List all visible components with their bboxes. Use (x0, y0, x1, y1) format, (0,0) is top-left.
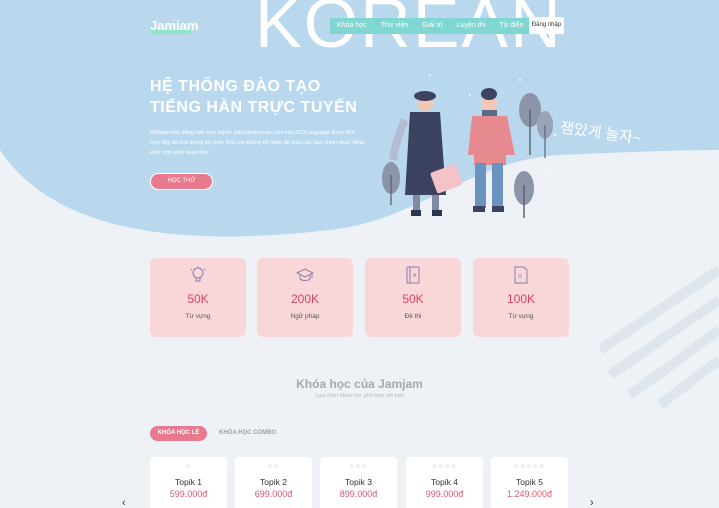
lightbulb-icon (190, 266, 206, 282)
stat-label: Từ vựng (185, 313, 211, 320)
graduation-cap-icon (296, 268, 314, 281)
try-lesson-button[interactable]: HỌC THỬ (150, 173, 213, 190)
course-price: 599.000đ (169, 489, 208, 499)
stat-card-exams[interactable]: A 50K Đề thi (365, 258, 461, 337)
hero-description: Website học tiếng Hàn trực tuyến JamJamK… (150, 130, 365, 156)
decorative-stripes (600, 265, 719, 409)
stat-value: 100K (506, 292, 536, 306)
logo-underline (150, 30, 191, 34)
carousel-next-arrow-icon[interactable]: › (590, 497, 594, 508)
courses-section-title: Khóa học của Jamjam (296, 377, 423, 391)
course-card[interactable]: ☆☆ Topik 2 699.000đ (235, 457, 312, 508)
tab-combo-courses[interactable]: KHÓA HỌC COMBO (219, 426, 276, 441)
course-card[interactable]: ☆☆☆☆ Topik 4 999.000đ (406, 457, 483, 508)
svg-text:A: A (413, 273, 417, 279)
book-icon: A (406, 266, 420, 284)
stat-label: Từ vựng (508, 313, 534, 320)
document-icon: A (514, 266, 528, 284)
hero-title: HỆ THỐNG ĐÀO TẠO TIẾNG HÀN TRỰC TUYẾN (150, 76, 357, 118)
nav-item-library[interactable]: Thư viện (374, 18, 416, 34)
courses-section-subtitle: Lựa chọn khóa học phù hợp với bạn (315, 393, 404, 399)
course-name: Topik 2 (260, 477, 287, 487)
stat-card-vocabulary[interactable]: 50K Từ vựng (150, 258, 246, 337)
tab-single-courses[interactable]: KHÓA HỌC LẺ (150, 426, 207, 441)
carousel-prev-arrow-icon[interactable]: ‹ (122, 497, 126, 508)
course-name: Topik 1 (175, 477, 202, 487)
course-price: 999.000đ (425, 489, 464, 499)
course-price: 1.249.000đ (506, 489, 553, 499)
login-button[interactable]: Đăng nhập (529, 17, 564, 34)
course-price: 699.000đ (254, 489, 293, 499)
svg-text:A: A (518, 274, 522, 280)
star-rating: ☆☆☆ (348, 464, 369, 470)
nav-item-courses[interactable]: Khóa học (330, 18, 374, 34)
stat-value: 200K (290, 292, 320, 306)
hero-title-line2: TIẾNG HÀN TRỰC TUYẾN (150, 99, 358, 116)
nav-item-dictionary[interactable]: Từ điển (492, 18, 530, 34)
star-rating: ☆☆ (267, 464, 280, 470)
course-name: Topik 5 (516, 477, 543, 487)
course-card[interactable]: ☆☆☆☆☆ Topik 5 1.249.000đ (491, 457, 568, 508)
stat-value: 50K (187, 292, 209, 306)
star-rating: ☆ (185, 464, 192, 470)
stat-label: Ngữ pháp (290, 313, 320, 320)
course-price: 899.000đ (339, 489, 378, 499)
hero-title-line1: HỆ THỐNG ĐÀO TẠO (150, 78, 321, 95)
star-rating: ☆☆☆☆☆ (513, 464, 546, 470)
course-card[interactable]: ☆ Topik 1 599.000đ (150, 457, 227, 508)
stat-card-vocabulary-2[interactable]: A 100K Từ vựng (473, 258, 569, 337)
course-name: Topik 4 (431, 477, 458, 487)
stat-card-grammar[interactable]: 200K Ngữ pháp (257, 258, 353, 337)
course-card[interactable]: ☆☆☆ Topik 3 899.000đ (320, 457, 397, 508)
nav-item-entertainment[interactable]: Giải trí (415, 18, 450, 34)
course-name: Topik 3 (345, 477, 372, 487)
main-nav: Khóa học Thư viện Giải trí Luyện thi Từ … (330, 18, 531, 34)
stat-label: Đề thi (404, 313, 422, 320)
stat-value: 50K (402, 292, 424, 306)
nav-item-exam-practice[interactable]: Luyện thi (450, 18, 492, 34)
star-rating: ☆☆☆☆ (431, 464, 458, 470)
